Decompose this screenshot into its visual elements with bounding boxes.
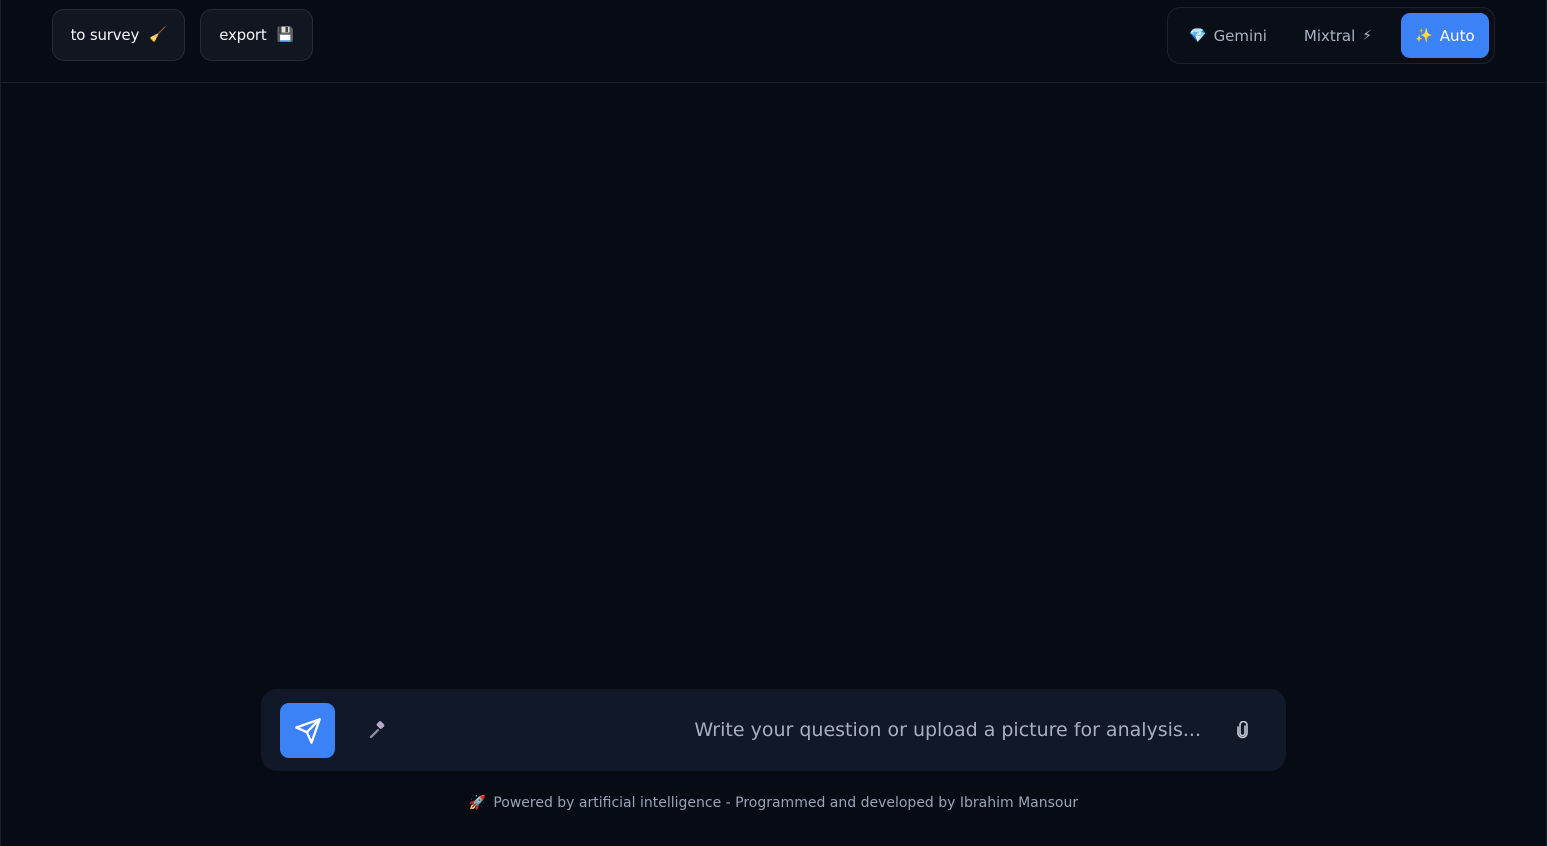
model-option-mixtral[interactable]: Mixtral ⚡ xyxy=(1290,13,1386,58)
paperclip-icon xyxy=(1237,721,1248,739)
send-icon xyxy=(294,717,321,744)
model-option-auto[interactable]: ✨ Auto xyxy=(1401,13,1489,58)
model-option-label: Gemini xyxy=(1213,26,1267,45)
to-survey-label: to survey xyxy=(70,26,140,44)
microphone-button[interactable] xyxy=(365,717,391,743)
model-option-label: Auto xyxy=(1439,26,1475,45)
lightning-icon: ⚡ xyxy=(1362,27,1373,44)
footer-text: Powered by artificial intelligence - Pro… xyxy=(493,795,1079,811)
app-window: to survey 🧹 export 💾 💎 Gemini Mixtral ⚡ … xyxy=(0,0,1547,846)
footer-credit: 🚀 Powered by artificial intelligence - P… xyxy=(1,795,1546,811)
question-input[interactable] xyxy=(411,711,1201,749)
export-label: export xyxy=(219,26,267,44)
microphone-icon xyxy=(369,721,385,739)
export-button[interactable]: export 💾 xyxy=(200,9,313,61)
model-option-gemini[interactable]: 💎 Gemini xyxy=(1180,13,1276,58)
broom-icon: 🧹 xyxy=(149,27,167,43)
to-survey-button[interactable]: to survey 🧹 xyxy=(52,9,185,61)
model-option-label: Mixtral xyxy=(1303,26,1356,45)
floppy-disk-icon: 💾 xyxy=(276,27,294,43)
model-selector: 💎 Gemini Mixtral ⚡ ✨ Auto xyxy=(1167,7,1495,64)
top-bar: to survey 🧹 export 💾 💎 Gemini Mixtral ⚡ … xyxy=(1,0,1546,83)
rocket-icon: 🚀 xyxy=(468,795,487,811)
chat-composer xyxy=(261,689,1286,771)
attach-file-button[interactable] xyxy=(1231,718,1255,742)
send-button[interactable] xyxy=(280,703,335,758)
sparkles-icon: ✨ xyxy=(1415,27,1433,44)
gem-icon: 💎 xyxy=(1189,27,1207,44)
